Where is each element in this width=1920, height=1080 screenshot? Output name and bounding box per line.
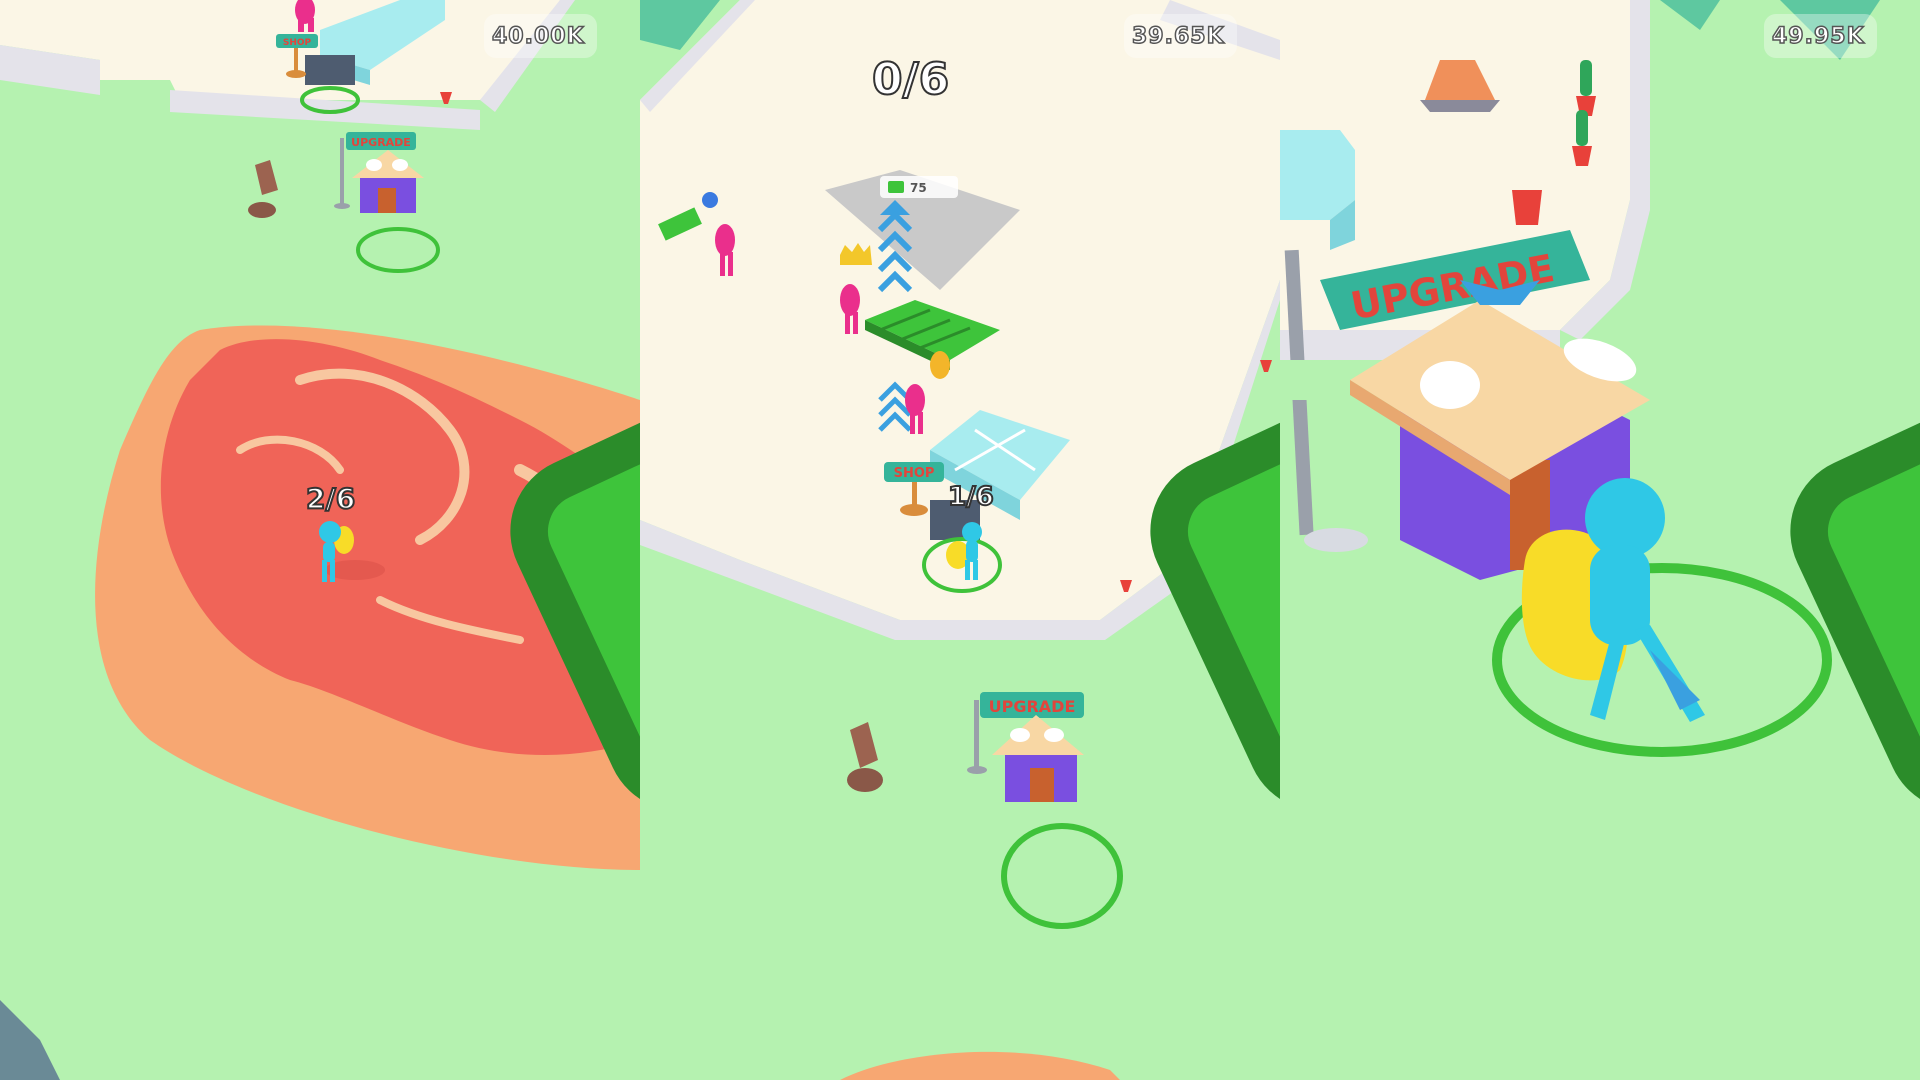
shovel-icon (392, 159, 408, 171)
gameplay-panel-3: UPGRADE 49.95K (1280, 0, 1920, 1080)
gameplay-panel-2: 75 SHOP UPGRADE 39.65K 0/6 1/6 (640, 0, 1280, 1080)
price-tag: 75 (880, 176, 958, 198)
carry-counter: 1/6 (947, 481, 995, 513)
carry-counter: 2/6 (305, 481, 356, 516)
cash-icon (510, 296, 640, 812)
cash-icon (888, 181, 904, 193)
cash-icon (1790, 296, 1920, 812)
grass-patch (1280, 360, 1340, 400)
game-screen: SHOP UPGRADE 40.00K 2/6 75 SHOP UPGRADE … (0, 0, 1920, 1080)
price-tag-value: 75 (910, 181, 927, 195)
shop-sign-label: SHOP (283, 38, 312, 48)
shovel-icon (1010, 728, 1030, 742)
sell-pedestal (305, 55, 355, 85)
upgrade-sign-label: UPGRADE (989, 697, 1076, 716)
upgrade-sign-label: UPGRADE (351, 136, 411, 149)
cash-icon (1150, 296, 1280, 812)
money-counter: 39.65K (1124, 14, 1280, 812)
goal-counter: 0/6 (871, 53, 950, 106)
shovel-icon (1420, 361, 1480, 409)
shovel-icon (1044, 728, 1064, 742)
shop-sign-label: SHOP (894, 466, 935, 481)
shovel-icon (366, 159, 382, 171)
gameplay-panel-1: SHOP UPGRADE 40.00K 2/6 (0, 0, 640, 1080)
decor-pot (1512, 190, 1542, 225)
money-counter: 49.95K (1764, 14, 1920, 812)
money-counter: 40.00K (484, 14, 640, 812)
